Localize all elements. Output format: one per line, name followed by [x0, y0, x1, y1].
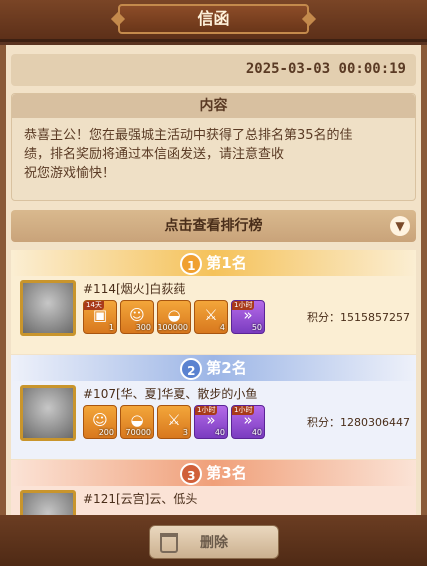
reward-items: 14天 ▣ 1 ☺ 300 ◒ 100000 ⚔ 4 1小时» 50 — [83, 300, 265, 334]
rank-badge: 1 — [180, 252, 203, 275]
rank-header: 3 第3名 — [11, 460, 416, 486]
speedup-icon[interactable]: 1小时» 40 — [194, 405, 228, 439]
player-name: #107[华、夏]华夏、散步的小鱼 — [83, 387, 258, 401]
content-line: 祝您游戏愉快！ — [24, 166, 116, 181]
content-box: 内容 恭喜主公！您在最强城主活动中获得了总排名第35名的佳 绩，排名奖励将通过本… — [11, 93, 416, 201]
frame-icon[interactable]: 14天 ▣ 1 — [83, 300, 117, 334]
item-tag: 1小时 — [232, 406, 255, 415]
trash-icon — [160, 533, 178, 553]
player-name: #114[烟火]白荻莼 — [83, 282, 186, 296]
rank-badge: 2 — [180, 357, 203, 380]
view-ranking-button[interactable]: 点击查看排行榜 ▼ — [11, 210, 416, 242]
item-tag: 1小时 — [232, 301, 255, 310]
letter-date: 2025-03-03 00:00:19 — [245, 61, 406, 77]
view-ranking-label: 点击查看排行榜 — [164, 218, 263, 234]
player-name: #121[云宫]云、低头 — [83, 492, 198, 506]
date-bar: 2025-03-03 00:00:19 — [11, 54, 416, 86]
avatar[interactable] — [20, 490, 76, 515]
footer-bar: 删除 — [0, 515, 427, 566]
player-score: 积分：1280306447 — [307, 416, 410, 429]
hero-portrait-icon[interactable]: ☺ 300 — [120, 300, 154, 334]
player-score: 积分：1515857257 — [307, 311, 410, 324]
content-title: 内容 — [12, 94, 415, 118]
item-count: 70000 — [125, 428, 151, 437]
item-count: 50 — [251, 323, 262, 332]
rank-entry-1: 1 第1名 #114[烟火]白荻莼 14天 ▣ 1 ☺ 300 ◒ 100000 ⚔ 4 1… — [11, 250, 416, 354]
rank-label: 第3名 — [206, 464, 247, 482]
item-count: 1 — [108, 323, 114, 332]
rank-header: 1 第1名 — [11, 250, 416, 276]
content-line: 绩，排名奖励将通过本信函发送，请注意查收 — [24, 147, 285, 162]
avatar[interactable] — [20, 280, 76, 336]
rank-body: #121[云宫]云、低头 — [11, 486, 416, 515]
rank-header: 2 第2名 — [11, 355, 416, 381]
crossed-swords-icon[interactable]: ⚔ 3 — [157, 405, 191, 439]
item-count: 40 — [251, 428, 262, 437]
speedup-icon[interactable]: 1小时» 40 — [231, 405, 265, 439]
delete-button[interactable]: 删除 — [149, 525, 279, 559]
item-count: 100000 — [157, 323, 188, 332]
rank-entry-2: 2 第2名 #107[华、夏]华夏、散步的小鱼 ☺ 200 ◒ 70000 ⚔ 3 1小… — [11, 355, 416, 459]
item-count: 4 — [219, 323, 225, 332]
speedup-icon[interactable]: 1小时» 50 — [231, 300, 265, 334]
title-bar: 信函 — [0, 0, 427, 42]
delete-label: 删除 — [200, 535, 228, 551]
content-body: 恭喜主公！您在最强城主活动中获得了总排名第35名的佳 绩，排名奖励将通过本信函发… — [12, 118, 415, 191]
rank-body: #114[烟火]白荻莼 14天 ▣ 1 ☺ 300 ◒ 100000 ⚔ 4 1小时» 50… — [11, 276, 416, 354]
rank-badge: 3 — [180, 462, 203, 485]
reward-items: ☺ 200 ◒ 70000 ⚔ 3 1小时» 40 1小时» 40 — [83, 405, 265, 439]
item-tag: 1小时 — [195, 406, 218, 415]
item-count: 40 — [214, 428, 225, 437]
item-tag: 14天 — [84, 301, 104, 310]
crossed-swords-icon[interactable]: ⚔ 4 — [194, 300, 228, 334]
rank-label: 第1名 — [206, 254, 247, 272]
chevron-down-icon: ▼ — [390, 216, 410, 236]
item-count: 3 — [182, 428, 188, 437]
rank-entry-3: 3 第3名 #121[云宫]云、低头 — [11, 460, 416, 515]
avatar[interactable] — [20, 385, 76, 441]
rank-label: 第2名 — [206, 359, 247, 377]
page-title: 信函 — [118, 4, 309, 34]
item-count: 300 — [135, 323, 151, 332]
item-count: 200 — [98, 428, 114, 437]
content-line: 恭喜主公！您在最强城主活动中获得了总排名第35名的佳 — [24, 128, 353, 143]
gold-ingot-icon[interactable]: ◒ 100000 — [157, 300, 191, 334]
rank-body: #107[华、夏]华夏、散步的小鱼 ☺ 200 ◒ 70000 ⚔ 3 1小时» 40 … — [11, 381, 416, 459]
hero-portrait-icon[interactable]: ☺ 200 — [83, 405, 117, 439]
gold-ingot-icon[interactable]: ◒ 70000 — [120, 405, 154, 439]
